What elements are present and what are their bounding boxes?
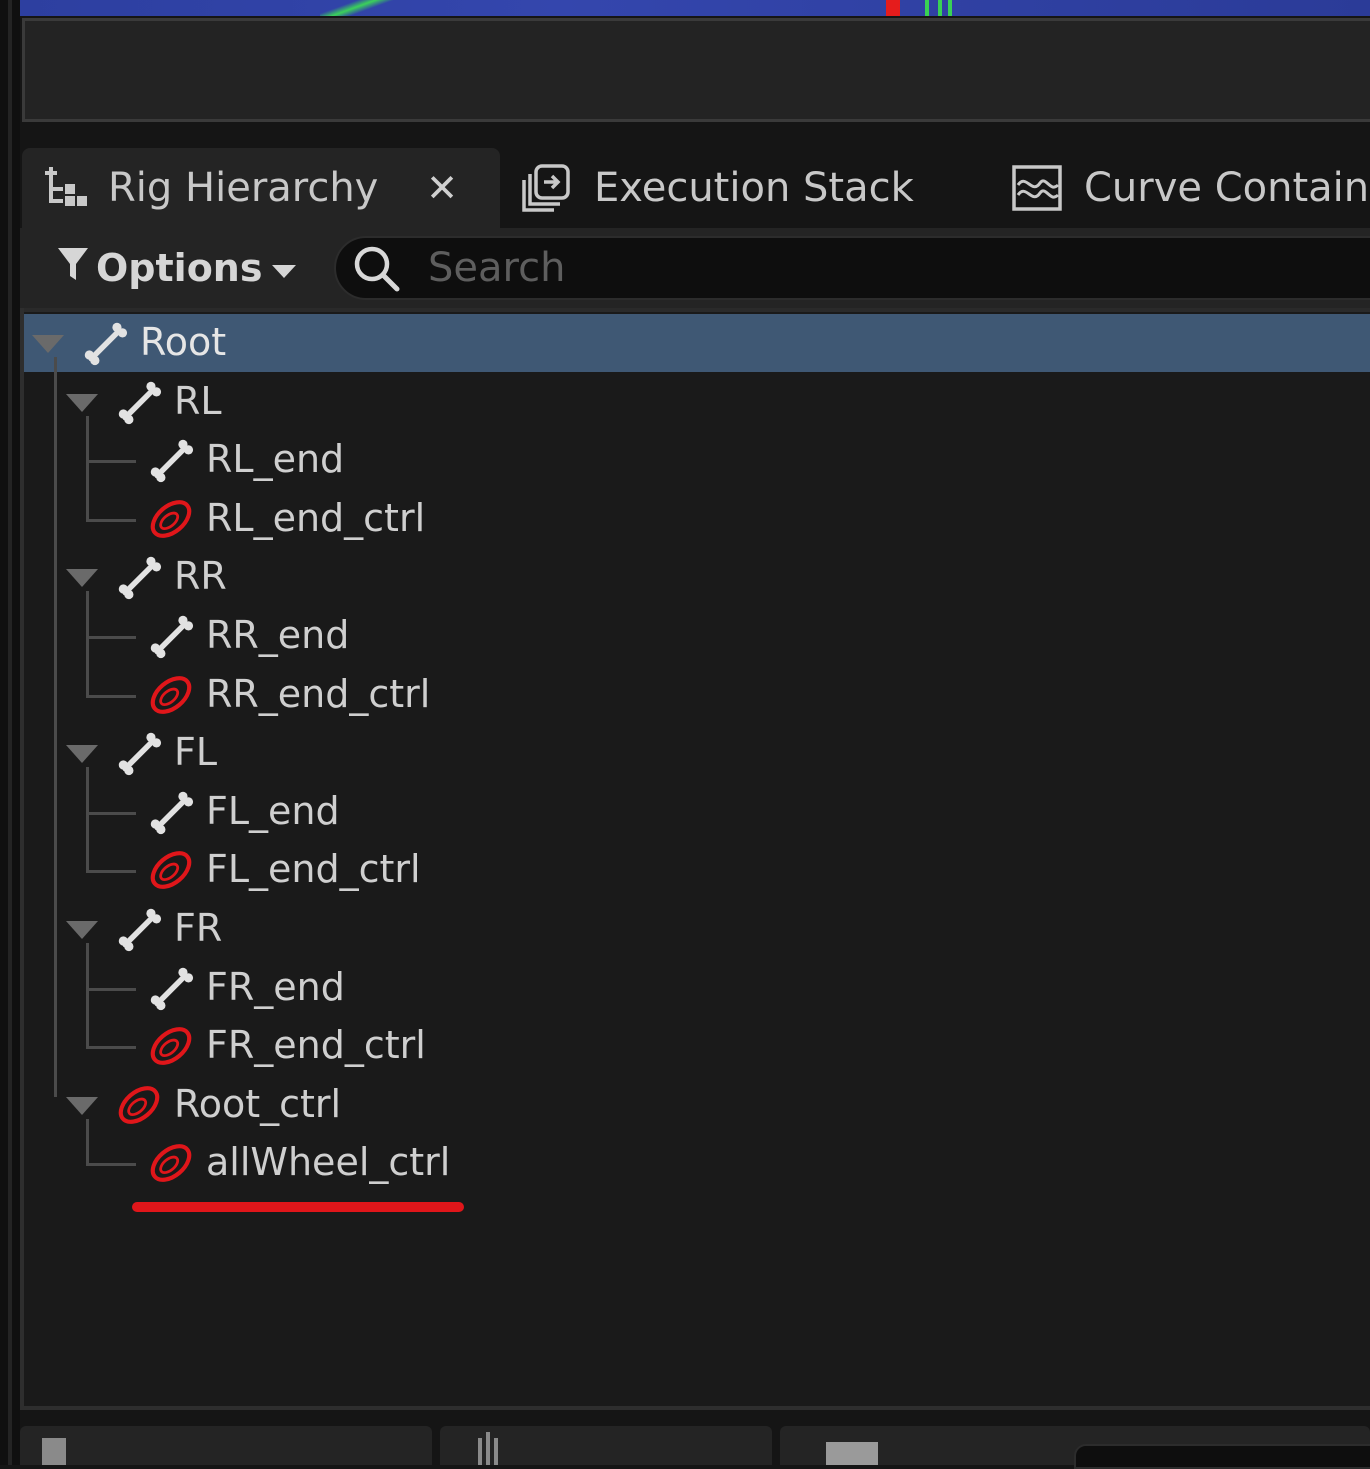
tree-item-label: FL (174, 730, 218, 775)
search-input[interactable] (426, 244, 1330, 292)
tree-row-fr-end[interactable]: FR_end (24, 959, 1370, 1017)
tree-guide-line (86, 591, 89, 695)
search-box[interactable] (334, 236, 1370, 300)
tree-row-allwheel-ctrl[interactable]: allWheel_ctrl (24, 1134, 1370, 1192)
tree-guide-line (86, 811, 136, 815)
tree-item-label: FL_end_ctrl (206, 847, 421, 892)
tree-row-rl-end-ctrl[interactable]: RL_end_ctrl (24, 490, 1370, 548)
control-icon (146, 1138, 196, 1188)
control-icon (146, 845, 196, 895)
tree-guide-line (86, 1046, 136, 1050)
tree-item-label: allWheel_ctrl (206, 1140, 451, 1185)
tree-row-rr-end[interactable]: RR_end (24, 607, 1370, 665)
expand-arrow-icon[interactable] (66, 569, 98, 588)
tree-row-fl-end-ctrl[interactable]: FL_end_ctrl (24, 841, 1370, 899)
rig-hierarchy-icon (34, 160, 90, 216)
expand-arrow-icon[interactable] (66, 921, 98, 939)
tree-guide-line (86, 694, 136, 698)
tree-guide-line (86, 1163, 136, 1167)
tab-execution-stack[interactable]: Execution Stack (518, 148, 998, 228)
tree-item-label: RR (174, 554, 227, 599)
tree-item-label: FR (174, 906, 223, 950)
bone-icon (146, 963, 196, 1013)
chevron-down-icon (270, 246, 298, 290)
viewport-preview[interactable] (20, 0, 1370, 16)
bone-icon (114, 728, 164, 778)
tree-item-label: FR_end_ctrl (206, 1023, 426, 1068)
red-underline-annotation (132, 1202, 464, 1212)
expand-arrow-icon[interactable] (66, 393, 98, 412)
tree-guide-line (86, 518, 136, 522)
tree-row-rl-end[interactable]: RL_end (24, 431, 1370, 489)
tab-rig-hierarchy[interactable]: Rig Hierarchy ✕ (22, 148, 500, 228)
tree-row-root[interactable]: Root (24, 314, 1370, 372)
filter-icon (56, 244, 90, 293)
bottom-tab-1[interactable] (20, 1426, 432, 1465)
control-icon (114, 1080, 164, 1130)
control-icon (146, 494, 196, 544)
tree-guide-line (86, 767, 89, 871)
search-icon (350, 242, 402, 294)
tree-item-label: RR_end_ctrl (206, 671, 431, 716)
bone-icon (114, 377, 164, 427)
tree-row-fr[interactable]: FR (24, 900, 1370, 958)
bone-icon (146, 435, 196, 485)
tree-item-label: RL_end (206, 437, 345, 482)
curve-container-icon (1010, 160, 1064, 216)
tree-row-fl-end[interactable]: FL_end (24, 783, 1370, 841)
tab-curve-container[interactable]: Curve Containe (1010, 148, 1370, 228)
tree-row-fl[interactable]: FL (24, 724, 1370, 782)
panel-tab-bar: Rig Hierarchy ✕ Execution Stack Curve Co… (20, 140, 1370, 228)
bottom-tab-strip (20, 1412, 1370, 1469)
tree-item-label: Root (140, 320, 227, 364)
tree-item-label: RL_end_ctrl (206, 495, 426, 540)
tree-row-rr[interactable]: RR (24, 548, 1370, 606)
control-icon (146, 1021, 196, 1071)
tree-row-rr-end-ctrl[interactable]: RR_end_ctrl (24, 666, 1370, 724)
bone-icon (146, 611, 196, 661)
tree-guide-line (54, 357, 57, 1097)
bone-icon (146, 787, 196, 837)
expand-arrow-icon[interactable] (32, 335, 64, 353)
tree-guide-line (86, 987, 136, 991)
viewport-footer-panel (22, 18, 1370, 122)
tree-guide-line (86, 460, 136, 464)
tree-row-rl[interactable]: RL (24, 373, 1370, 431)
bone-icon (114, 904, 164, 954)
hierarchy-toolbar: Options (20, 228, 1370, 308)
options-button[interactable]: Options (56, 240, 298, 296)
control-icon (146, 670, 196, 720)
expand-arrow-icon[interactable] (66, 1096, 98, 1115)
tab-label: Execution Stack (594, 165, 914, 211)
bottom-tab-3[interactable] (780, 1426, 1370, 1469)
tree-item-label: RR_end (206, 613, 350, 657)
options-label: Options (96, 246, 263, 290)
bone-icon (80, 318, 130, 368)
tree-item-label: FR_end (206, 964, 345, 1009)
tree-guide-line (86, 415, 89, 519)
rig-hierarchy-tree: Root RL RL_end RL_end_ctrl RR RR_end RR_end_ct… (20, 308, 1370, 1410)
tree-item-label: RL (174, 378, 222, 423)
close-icon[interactable]: ✕ (426, 166, 458, 210)
tree-item-label: Root_ctrl (174, 1081, 342, 1126)
tab-label: Rig Hierarchy (108, 165, 379, 211)
tree-row-fr-end-ctrl[interactable]: FR_end_ctrl (24, 1017, 1370, 1075)
expand-arrow-icon[interactable] (66, 745, 98, 764)
tree-guide-line (86, 943, 89, 1047)
tree-guide-line (86, 870, 136, 874)
tree-guide-line (86, 636, 136, 639)
bottom-tab-2[interactable] (440, 1426, 772, 1465)
tree-item-label: FL_end (206, 788, 340, 833)
tree-guide-line (86, 1118, 89, 1164)
execution-stack-icon (518, 160, 574, 216)
tab-label: Curve Containe (1084, 165, 1370, 211)
tree-row-root-ctrl[interactable]: Root_ctrl (24, 1076, 1370, 1134)
bone-icon (114, 552, 164, 602)
window-frame (0, 0, 20, 1465)
